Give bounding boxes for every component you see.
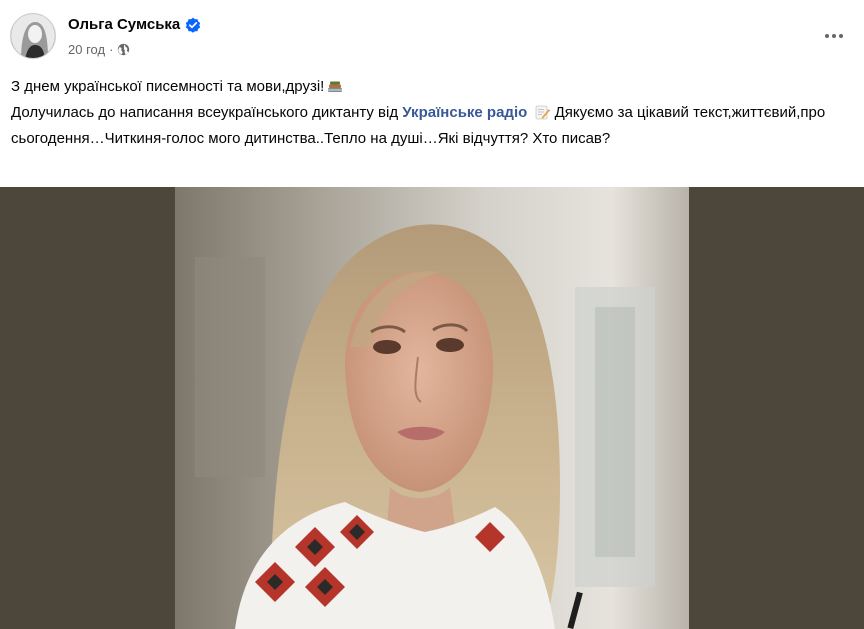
more-options-dot <box>839 34 843 38</box>
verified-badge-icon <box>186 17 201 33</box>
more-options-button[interactable] <box>820 22 848 50</box>
ukrainian-radio-link[interactable]: Українське радіо <box>402 104 527 121</box>
author-name: Ольга Сумська <box>68 16 181 33</box>
post-meta: 20 год · <box>68 42 130 57</box>
globe-icon[interactable] <box>117 43 130 56</box>
post-header: Ольга Сумська 20 год · <box>0 0 864 70</box>
books-emoji <box>328 81 343 92</box>
author-avatar[interactable] <box>10 13 56 59</box>
post-message: З днем української писемності та мови,др… <box>11 74 853 152</box>
post-photo[interactable] <box>175 187 689 629</box>
post-timestamp[interactable]: 20 год <box>68 42 105 57</box>
post-line-1-text: З днем української писемності та мови,др… <box>11 78 325 95</box>
avatar-image <box>11 14 55 58</box>
post-line-2: Долучилась до написання всеукраїнського … <box>11 100 853 152</box>
post-line-1: З днем української писемності та мови,др… <box>11 74 853 100</box>
more-options-icon <box>825 34 829 38</box>
memo-emoji <box>536 105 551 120</box>
post-photo-container <box>0 187 864 629</box>
more-options-dot <box>832 34 836 38</box>
author-name-link[interactable]: Ольга Сумська <box>68 16 201 33</box>
post-line-2-prefix: Долучилась до написання всеукраїнського … <box>11 104 403 121</box>
meta-separator: · <box>109 42 114 57</box>
portrait-image <box>175 187 689 629</box>
